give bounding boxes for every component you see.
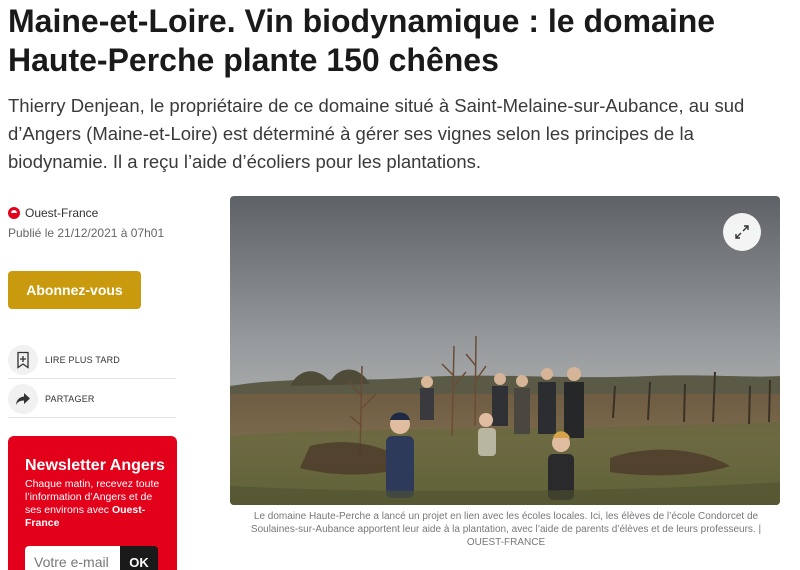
ouest-france-logo-icon (8, 207, 20, 219)
newsletter-text: Chaque matin, recevez toute l’informatio… (25, 478, 165, 530)
share-button[interactable]: PARTAGER (8, 380, 176, 418)
newsletter-email-input[interactable]: Votre e-mail (25, 546, 120, 570)
expand-icon[interactable] (723, 213, 761, 251)
read-later-label: LIRE PLUS TARD (45, 354, 120, 365)
article-photo[interactable] (230, 196, 780, 505)
photo-caption: Le domaine Haute-Perche a lancé un proje… (250, 511, 762, 548)
read-later-button[interactable]: LIRE PLUS TARD (8, 341, 176, 379)
newsletter-submit-button[interactable]: OK (120, 546, 158, 570)
newsletter-form: Votre e-mail OK (25, 546, 158, 570)
bookmark-plus-icon (8, 344, 38, 375)
article-lede: Thierry Denjean, le propriétaire de ce d… (8, 95, 745, 172)
share-arrow-icon (8, 383, 38, 414)
source-row: Ouest-France (8, 206, 178, 220)
article-title: Maine-et-Loire. Vin biodynamique : le do… (8, 3, 716, 78)
share-label: PARTAGER (45, 393, 95, 404)
source-name[interactable]: Ouest-France (25, 206, 98, 220)
subscribe-button[interactable]: Abonnez-vous (8, 271, 141, 309)
newsletter-title: Newsletter Angers (25, 457, 165, 474)
newsletter-box: Newsletter Angers Chaque matin, recevez … (8, 436, 177, 570)
article-meta: Ouest-France Publié le 21/12/2021 à 07h0… (8, 206, 178, 240)
publish-date: Publié le 21/12/2021 à 07h01 (8, 226, 165, 240)
